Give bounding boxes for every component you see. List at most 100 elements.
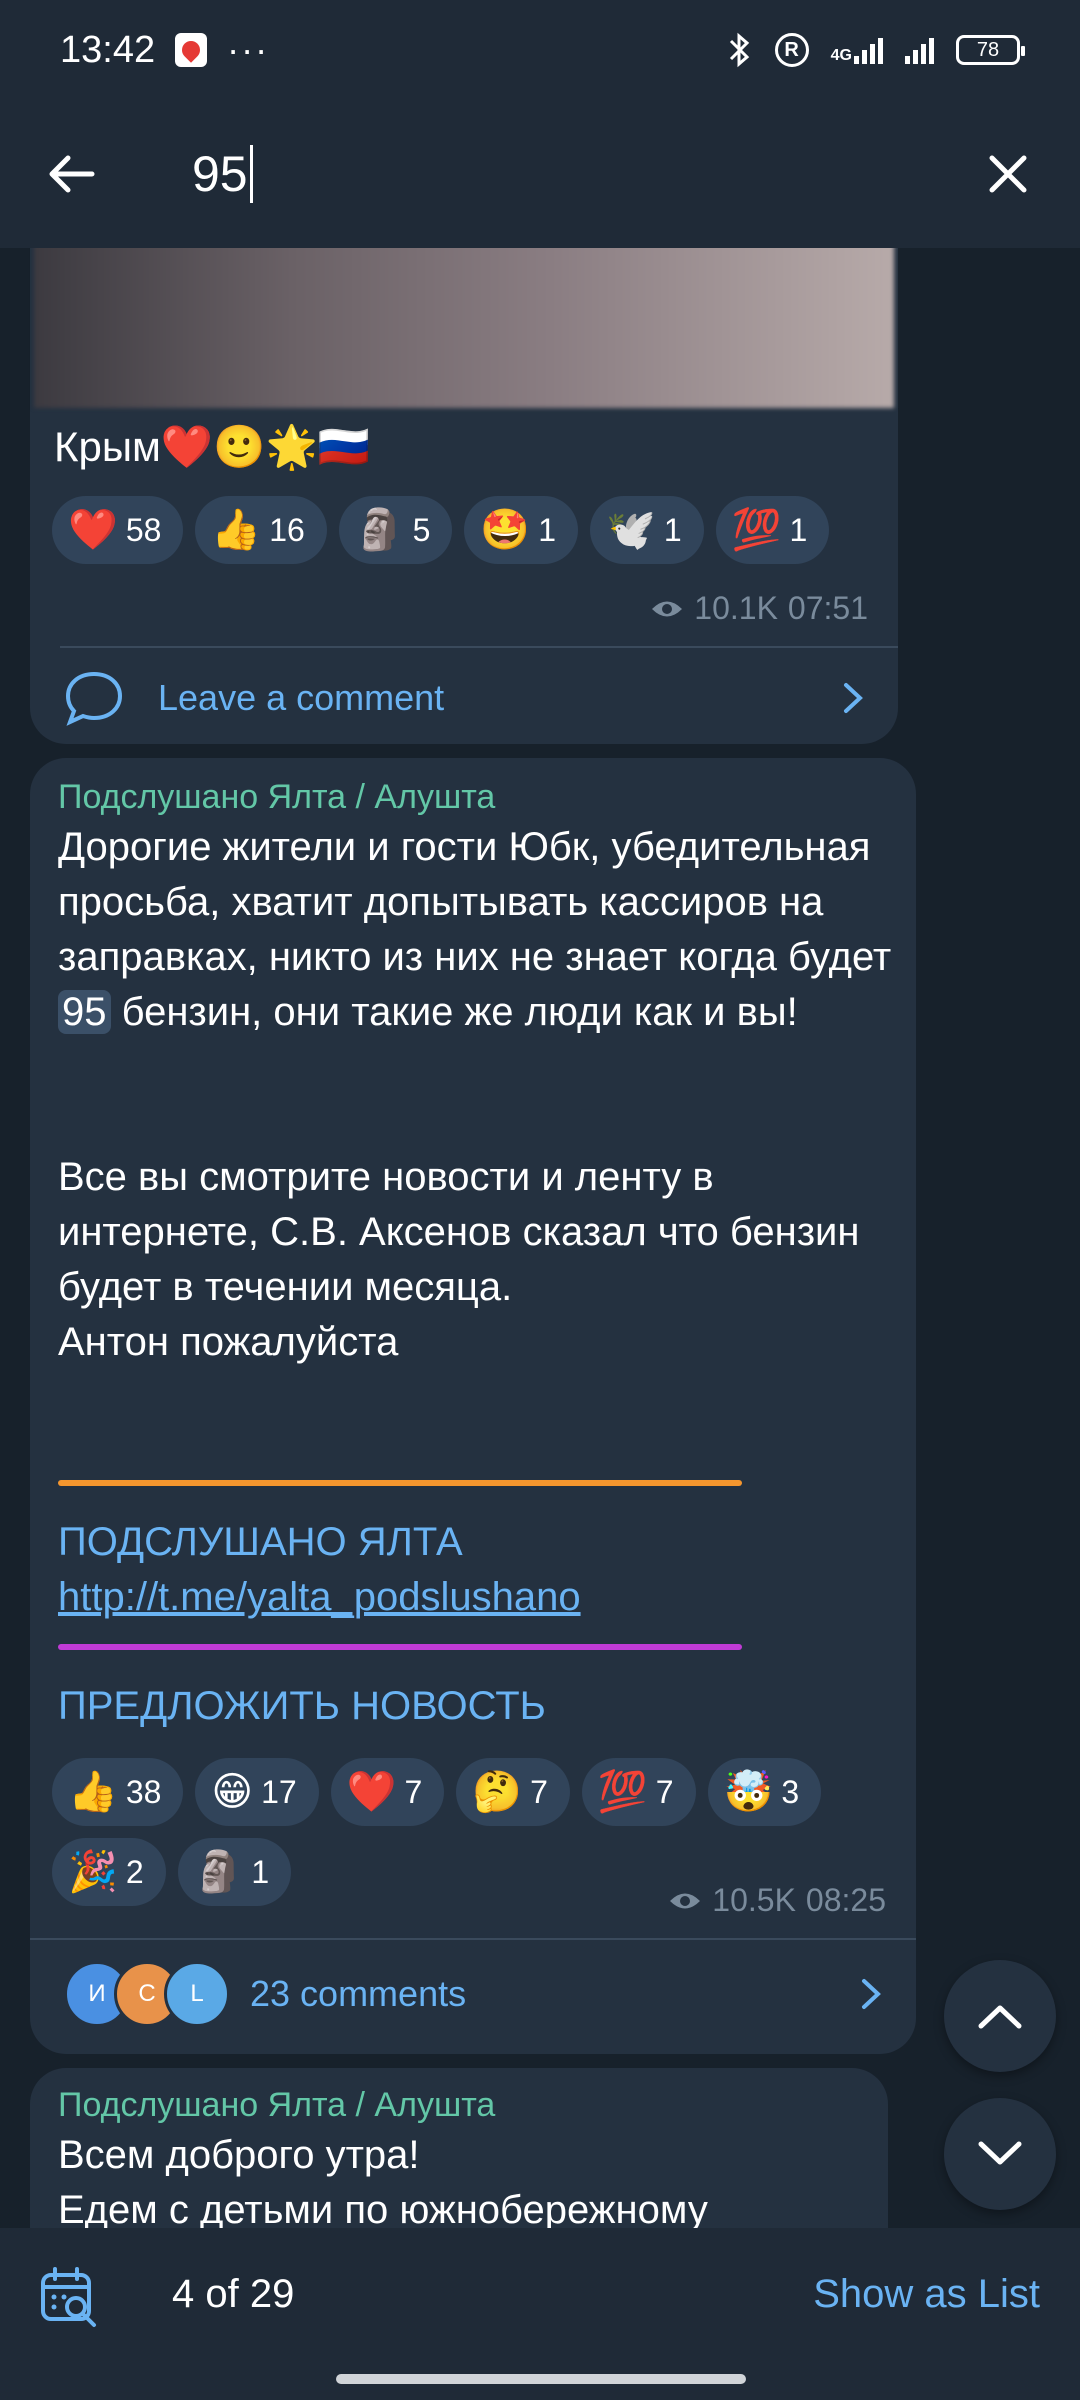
more-notifications-icon: ···: [227, 29, 270, 70]
reaction-chip[interactable]: 💯 1: [715, 496, 830, 564]
show-as-list-button[interactable]: Show as List: [813, 2272, 1040, 2317]
leave-comment-button[interactable]: Leave a comment: [30, 648, 898, 748]
view-count: 10.1K: [694, 590, 778, 626]
channel-link[interactable]: http://t.me/yalta_podslushano: [58, 1575, 581, 1620]
signal-strength-icon: [905, 36, 934, 64]
reaction-chip[interactable]: ❤️ 58: [52, 496, 184, 564]
reaction-count: 7: [404, 1773, 423, 1810]
star-struck-emoji: 🤩: [480, 507, 531, 553]
reaction-count: 1: [251, 1853, 270, 1890]
reaction-count: 5: [412, 511, 431, 548]
grin-emoji: 😁: [211, 1769, 254, 1815]
reaction-count: 1: [789, 511, 808, 548]
message-bubble[interactable]: Подслушано Ялта / Алушта Всем доброго ут…: [30, 2068, 888, 2228]
arrow-left-icon: [49, 155, 95, 193]
next-result-button[interactable]: [944, 2098, 1056, 2210]
sender-name[interactable]: Подслушано Ялта / Алушта: [58, 778, 495, 817]
reaction-count: 38: [125, 1773, 162, 1810]
reaction-chip[interactable]: 🕊️ 1: [590, 496, 704, 564]
post-time: 07:51: [787, 590, 868, 626]
post-text-paragraph: Антон пожалуйста: [58, 1320, 399, 1364]
reaction-count: 7: [530, 1773, 548, 1810]
search-highlight: 95: [58, 990, 111, 1034]
search-bottom-bar: 4 of 29 Show as List: [0, 2228, 1080, 2400]
status-time: 13:42: [60, 28, 156, 71]
post-caption: Крым❤️🙂🌟🇷🇺: [54, 423, 371, 470]
dove-emoji: 🕊️: [606, 507, 656, 553]
message-bubble[interactable]: Крым❤️🙂🌟🇷🇺 ❤️ 58 👍 16 🗿 5 🤩 1 🕊️ 1 💯 1 10.1K 0…: [30, 248, 898, 744]
comments-count-label: 23 comments: [250, 1973, 467, 2014]
reaction-chip[interactable]: 🗿 1: [177, 1838, 292, 1906]
sender-name[interactable]: Подслушано Ялта / Алушта: [58, 2086, 495, 2125]
reaction-count: 3: [781, 1773, 800, 1810]
chevron-right-icon: [844, 683, 863, 713]
chevron-down-icon: [978, 2141, 1022, 2165]
reaction-count: 1: [538, 511, 557, 548]
maps-notification-icon: [175, 33, 208, 67]
post-image[interactable]: [34, 248, 894, 408]
post-meta: 10.1K 07:51: [650, 590, 868, 627]
divider: [30, 1938, 916, 1940]
heart-emoji: ❤️: [68, 507, 118, 553]
search-result-counter: 4 of 29: [172, 2272, 295, 2316]
hundred-emoji: 💯: [731, 507, 782, 553]
signal-4g-icon: 4G: [831, 36, 883, 64]
thumbs-up-emoji: 👍: [211, 507, 262, 553]
post-text: Дорогие жители и гости Юбк, убедительная…: [58, 820, 898, 1040]
post-text-part: бензин, они такие же люди как и вы!: [110, 990, 798, 1034]
post-time: 08:25: [805, 1882, 886, 1918]
status-bar: 13:42 ··· R 4G 78: [0, 0, 1080, 100]
commenter-avatars: И C L: [64, 1961, 230, 2027]
leave-comment-label: Leave a comment: [158, 677, 445, 718]
reaction-chip[interactable]: 🎉 2: [52, 1838, 166, 1906]
reaction-chip[interactable]: 😁 17: [195, 1758, 319, 1826]
close-icon: [989, 155, 1027, 193]
reaction-chip[interactable]: 🗿 5: [338, 496, 453, 564]
clear-search-button[interactable]: [976, 142, 1040, 206]
reaction-chip[interactable]: 👍 16: [195, 496, 327, 564]
reaction-count: 1: [663, 511, 682, 548]
reaction-count: 7: [655, 1773, 674, 1810]
chevron-up-icon: [978, 2005, 1022, 2029]
heart-emoji: ❤️: [346, 1769, 397, 1815]
orange-divider: [58, 1480, 742, 1486]
back-button[interactable]: [40, 142, 104, 206]
search-query: 95: [192, 146, 248, 202]
reaction-count: 16: [269, 511, 305, 548]
eye-icon: [652, 601, 683, 616]
comment-bubble-icon: [65, 671, 123, 726]
moai-emoji: 🗿: [354, 507, 405, 553]
purple-divider: [58, 1644, 742, 1650]
moai-emoji: 🗿: [193, 1849, 244, 1895]
home-indicator[interactable]: [336, 2374, 746, 2384]
calendar-search-button[interactable]: [38, 2266, 102, 2330]
chat-area[interactable]: Крым❤️🙂🌟🇷🇺 ❤️ 58 👍 16 🗿 5 🤩 1 🕊️ 1 💯 1 10.1K 0…: [0, 248, 1080, 2228]
channel-label: ПОДСЛУШАНО ЯЛТА: [58, 1520, 463, 1564]
search-header: 95: [0, 100, 1080, 248]
eye-icon: [670, 1893, 701, 1908]
reaction-chip[interactable]: 🤯 3: [707, 1758, 822, 1826]
reaction-count: 2: [125, 1853, 144, 1890]
reaction-chip[interactable]: 🤩 1: [464, 496, 579, 564]
suggest-news-link[interactable]: ПРЕДЛОЖИТЬ НОВОСТЬ: [58, 1684, 546, 1729]
thinking-emoji: 🤔: [472, 1769, 523, 1815]
previous-result-button[interactable]: [944, 1960, 1056, 2072]
text-cursor: [249, 145, 253, 203]
reaction-count: 58: [125, 511, 162, 548]
calendar-search-icon: [41, 2267, 96, 2327]
network-type-label: 4G: [830, 47, 852, 64]
search-input[interactable]: 95: [192, 145, 976, 203]
hundred-emoji: 💯: [597, 1769, 648, 1815]
chevron-right-icon: [862, 1979, 881, 2009]
battery-icon: 78: [956, 35, 1025, 65]
reaction-chip[interactable]: ❤️ 7: [330, 1758, 445, 1826]
message-bubble[interactable]: Подслушано Ялта / Алушта Дорогие жители …: [30, 758, 916, 2054]
reaction-chip[interactable]: 👍 38: [52, 1758, 184, 1826]
reaction-chip[interactable]: 🤔 7: [456, 1758, 570, 1826]
comments-button[interactable]: И C L 23 comments: [30, 1944, 916, 2044]
post-text-part: Дорогие жители и гости Юбк, убедительная…: [58, 825, 892, 979]
post-meta: 10.5K 08:25: [668, 1882, 886, 1919]
reaction-chip[interactable]: 💯 7: [581, 1758, 696, 1826]
registered-icon: R: [774, 33, 809, 67]
exploding-head-emoji: 🤯: [723, 1769, 774, 1815]
